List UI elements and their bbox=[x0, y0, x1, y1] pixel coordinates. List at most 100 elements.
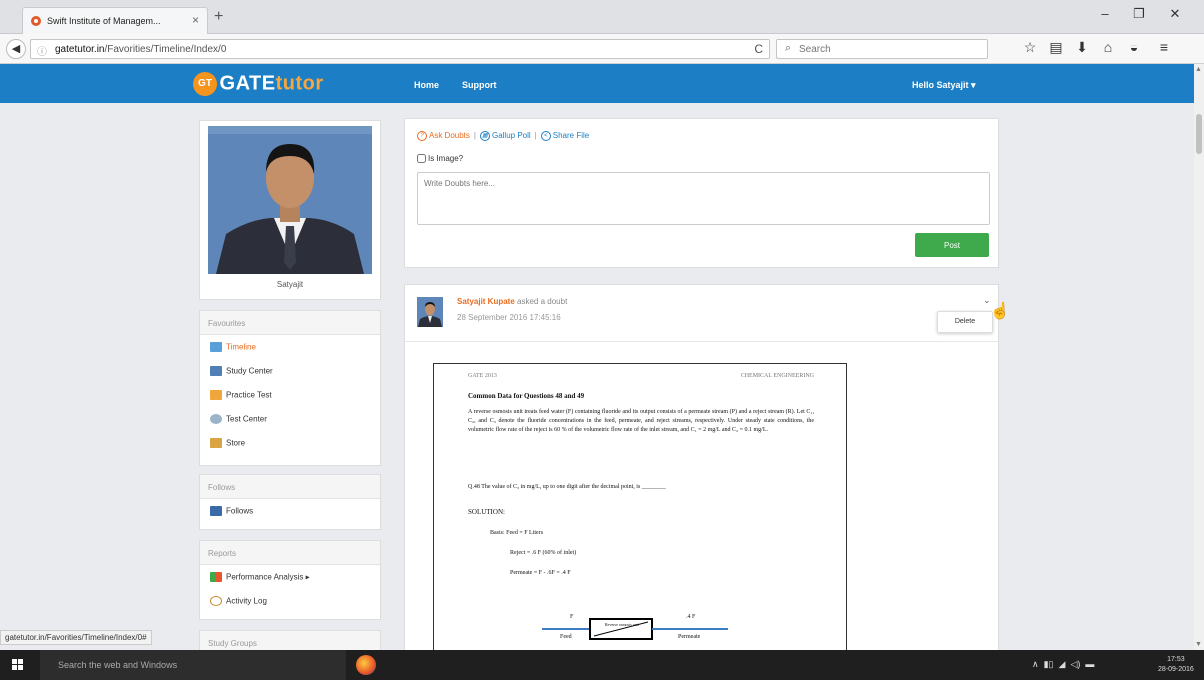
menu-item-activity-log[interactable]: Activity Log bbox=[200, 589, 380, 613]
flow-permeate-symbol: .4 F bbox=[686, 614, 696, 620]
flow-unit-label: Reverse osmosis unit bbox=[605, 622, 639, 627]
document-solution-heading: SOLUTION: bbox=[468, 508, 505, 516]
post-author-line: Satyajit Kupate asked a doubt bbox=[457, 297, 567, 306]
ask-doubts-tab[interactable]: ? Ask Doubts bbox=[417, 131, 470, 141]
flow-diagram: F Feed Reverse osmosis unit .4 F Permeat… bbox=[542, 614, 732, 644]
browser-search-input[interactable] bbox=[799, 42, 979, 56]
scroll-down-icon[interactable]: ▼ bbox=[1195, 641, 1202, 648]
question-icon: ? bbox=[417, 131, 427, 141]
composer-actions: ? Ask Doubts | ▦ Gallup Poll | < Share File bbox=[417, 131, 589, 141]
bookmark-star-icon[interactable]: ☆ bbox=[1020, 39, 1040, 56]
tray-network-icon[interactable]: ▮▯ bbox=[1044, 659, 1054, 669]
activity-log-icon bbox=[210, 596, 222, 606]
is-image-option[interactable]: Is Image? bbox=[417, 154, 464, 164]
browser-window: Swift Institute of Managem... × + – ❐ ✕ … bbox=[0, 0, 1204, 680]
is-image-label: Is Image? bbox=[428, 154, 464, 163]
attached-document-image[interactable]: GATE 2013 CHEMICAL ENGINEERING Common Da… bbox=[433, 363, 847, 650]
tray-wifi-icon[interactable]: ◢ bbox=[1059, 659, 1066, 669]
post-timestamp: 28 September 2016 17:45:16 bbox=[457, 313, 561, 322]
test-center-icon bbox=[210, 414, 222, 424]
menu-item-label: Performance Analysis ▸ bbox=[226, 572, 310, 582]
address-bar[interactable]: ⓘ gatetutor.in/Favorities/Timeline/Index… bbox=[30, 39, 770, 59]
scrollbar-thumb[interactable] bbox=[1196, 114, 1202, 154]
logo-gate-text: GATE bbox=[219, 72, 276, 95]
site-logo[interactable]: GT GATEtutor bbox=[193, 72, 324, 96]
study-center-icon bbox=[210, 366, 222, 376]
document-question: Q.48 The value of C₃ in mg/L, up to one … bbox=[468, 484, 666, 490]
menu-item-performance-analysis[interactable]: Performance Analysis ▸ bbox=[200, 565, 380, 589]
pocket-icon[interactable]: ◒ bbox=[1124, 39, 1144, 55]
menu-item-timeline[interactable]: Timeline bbox=[200, 335, 380, 359]
reading-list-icon[interactable]: ▤ bbox=[1046, 39, 1066, 56]
share-file-tab[interactable]: < Share File bbox=[540, 131, 589, 141]
tab-bar: Swift Institute of Managem... × + – ❐ ✕ bbox=[0, 0, 1204, 34]
menu-item-study-center[interactable]: Study Center bbox=[200, 359, 380, 383]
taskbar-clock[interactable]: 17:53 28-09-2016 bbox=[1158, 655, 1194, 675]
menu-item-label: Follows bbox=[226, 506, 254, 516]
doubt-composer: ? Ask Doubts | ▦ Gallup Poll | < Share File Is … bbox=[404, 118, 999, 268]
maximize-button[interactable]: ❐ bbox=[1124, 6, 1154, 22]
doubt-textarea[interactable] bbox=[417, 172, 990, 225]
menu-item-store[interactable]: Store bbox=[200, 431, 380, 455]
tab-close-icon[interactable]: × bbox=[192, 13, 199, 27]
profile-photo[interactable] bbox=[208, 126, 372, 274]
menu-icon[interactable]: ≡ bbox=[1154, 39, 1174, 55]
post-options-menu: Delete bbox=[937, 311, 993, 333]
post-button[interactable]: Post bbox=[915, 233, 989, 257]
document-header-right: CHEMICAL ENGINEERING bbox=[740, 373, 814, 379]
page-scrollbar[interactable]: ▲ ▼ bbox=[1194, 64, 1204, 650]
tab-title: Swift Institute of Managem... bbox=[47, 16, 161, 26]
tray-notification-icon[interactable]: ▬ bbox=[1085, 659, 1094, 669]
clock-time: 17:53 bbox=[1167, 656, 1185, 663]
nav-support[interactable]: Support bbox=[462, 80, 497, 90]
logo-badge: GT bbox=[193, 72, 217, 96]
minimize-button[interactable]: – bbox=[1090, 6, 1120, 21]
home-icon[interactable]: ⌂ bbox=[1098, 39, 1118, 55]
taskbar-search-box[interactable]: Search the web and Windows bbox=[40, 650, 346, 680]
document-basis: Basis: Feed = F Liters bbox=[490, 530, 544, 536]
is-image-checkbox[interactable] bbox=[417, 154, 426, 164]
tray-volume-icon[interactable]: ◁) bbox=[1070, 659, 1080, 669]
site-header: GT GATEtutor Home Support Hello Satyajit… bbox=[0, 64, 1194, 103]
info-icon[interactable]: ⓘ bbox=[37, 43, 47, 58]
divider bbox=[405, 341, 998, 342]
user-menu[interactable]: Hello Satyajit ▾ bbox=[912, 80, 976, 91]
menu-item-label: Store bbox=[226, 438, 246, 448]
menu-item-follows[interactable]: Follows bbox=[200, 499, 380, 523]
logo-tutor-text: tutor bbox=[275, 72, 324, 95]
practice-test-icon bbox=[210, 390, 222, 400]
browser-tab[interactable]: Swift Institute of Managem... × bbox=[22, 7, 208, 34]
menu-item-practice-test[interactable]: Practice Test bbox=[200, 383, 380, 407]
taskbar-search-placeholder: Search the web and Windows bbox=[58, 660, 178, 670]
author-name[interactable]: Satyajit Kupate bbox=[457, 297, 515, 306]
menu-item-test-center[interactable]: Test Center bbox=[200, 407, 380, 431]
separator: | bbox=[534, 131, 537, 141]
scroll-up-icon[interactable]: ▲ bbox=[1195, 66, 1202, 73]
menu-item-label: Test Center bbox=[226, 414, 267, 424]
separator: | bbox=[473, 131, 476, 141]
back-button[interactable]: ◀ bbox=[6, 39, 26, 59]
reload-icon[interactable]: C bbox=[754, 42, 763, 56]
author-avatar[interactable] bbox=[417, 297, 443, 327]
nav-home[interactable]: Home bbox=[414, 80, 439, 90]
performance-chart-icon bbox=[210, 572, 222, 582]
search-icon: ⌕ bbox=[785, 42, 792, 54]
favourites-panel: Favourites Timeline Study Center Practic… bbox=[199, 310, 381, 466]
site-favicon-icon bbox=[31, 16, 41, 26]
follows-icon bbox=[210, 506, 222, 516]
firefox-icon[interactable] bbox=[356, 655, 376, 675]
url-domain: gatetutor.in bbox=[55, 44, 105, 55]
delete-option[interactable]: Delete bbox=[938, 318, 992, 325]
tray-chevron-icon[interactable]: ∧ bbox=[1032, 659, 1039, 669]
windows-start-icon[interactable] bbox=[12, 659, 24, 671]
browser-search-box[interactable]: ⌕ bbox=[776, 39, 988, 59]
windows-taskbar: Search the web and Windows ∧ ▮▯ ◢ ◁) ▬ 1… bbox=[0, 650, 1204, 680]
document-permeate: Permeate = F - .6F = .4 F bbox=[510, 570, 571, 576]
feed-post: Satyajit Kupate asked a doubt 28 Septemb… bbox=[404, 284, 1010, 650]
new-tab-button[interactable]: + bbox=[214, 8, 223, 26]
menu-item-label: Timeline bbox=[226, 342, 256, 352]
window-close-button[interactable]: ✕ bbox=[1160, 6, 1190, 22]
gallup-poll-tab[interactable]: ▦ Gallup Poll bbox=[479, 131, 531, 141]
download-icon[interactable]: ⬇ bbox=[1072, 39, 1092, 56]
document-header: GATE 2013 CHEMICAL ENGINEERING bbox=[468, 373, 814, 379]
